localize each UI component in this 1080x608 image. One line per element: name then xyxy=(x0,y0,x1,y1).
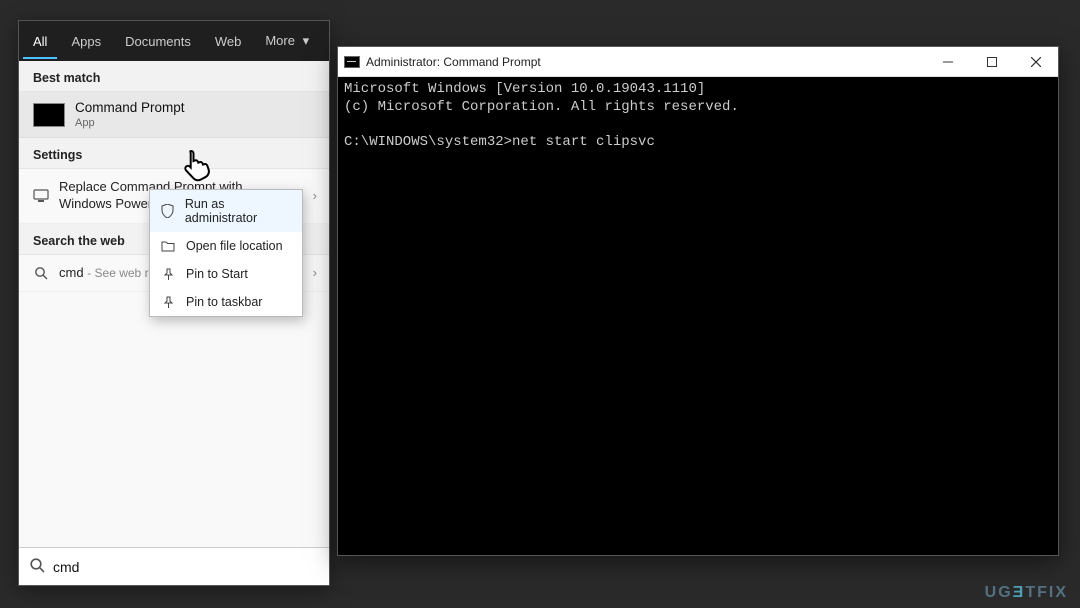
search-tabs: All Apps Documents Web More ▾ xyxy=(19,21,329,61)
tab-documents[interactable]: Documents xyxy=(115,24,201,59)
search-icon xyxy=(33,265,49,281)
shield-icon xyxy=(160,204,175,218)
maximize-button[interactable] xyxy=(970,47,1014,77)
titlebar[interactable]: Administrator: Command Prompt xyxy=(338,47,1058,77)
search-input[interactable] xyxy=(53,559,319,575)
best-match-item[interactable]: Command Prompt App xyxy=(19,92,329,138)
search-results: Best match Command Prompt App Settings R… xyxy=(19,61,329,547)
pin-start-icon xyxy=(160,268,176,281)
command-prompt-icon xyxy=(33,103,65,127)
folder-icon xyxy=(160,240,176,252)
ctx-label: Run as administrator xyxy=(185,197,292,225)
start-search-panel: All Apps Documents Web More ▾ Best match… xyxy=(18,20,330,586)
tab-more-label: More xyxy=(265,33,295,48)
minimize-button[interactable] xyxy=(926,47,970,77)
context-menu: Run as administrator Open file location … xyxy=(149,189,303,317)
search-box[interactable] xyxy=(19,547,329,585)
ctx-label: Pin to taskbar xyxy=(186,295,262,309)
best-match-header: Best match xyxy=(19,61,329,92)
window-title: Administrator: Command Prompt xyxy=(366,55,541,69)
tab-web[interactable]: Web xyxy=(205,24,252,59)
settings-header: Settings xyxy=(19,138,329,169)
chevron-right-icon: › xyxy=(313,188,317,203)
window-controls xyxy=(926,47,1058,77)
chevron-right-icon: › xyxy=(313,265,317,280)
cmd-title-icon xyxy=(344,56,360,68)
ctx-run-as-admin[interactable]: Run as administrator xyxy=(150,190,302,232)
ctx-open-location[interactable]: Open file location xyxy=(150,232,302,260)
best-match-title: Command Prompt xyxy=(75,100,185,115)
ctx-label: Pin to Start xyxy=(186,267,248,281)
web-query: cmd xyxy=(59,265,84,280)
search-icon xyxy=(29,557,45,576)
pin-taskbar-icon xyxy=(160,296,176,309)
ctx-pin-start[interactable]: Pin to Start xyxy=(150,260,302,288)
ctx-pin-taskbar[interactable]: Pin to taskbar xyxy=(150,288,302,316)
chevron-down-icon: ▾ xyxy=(303,33,310,48)
close-button[interactable] xyxy=(1014,47,1058,77)
watermark: UGƎTFIX xyxy=(985,584,1068,602)
tab-apps[interactable]: Apps xyxy=(61,24,111,59)
command-prompt-window: Administrator: Command Prompt Microsoft … xyxy=(337,46,1059,556)
monitor-icon xyxy=(33,188,49,204)
best-match-subtitle: App xyxy=(75,117,185,129)
tab-more[interactable]: More ▾ xyxy=(255,23,319,59)
terminal-output[interactable]: Microsoft Windows [Version 10.0.19043.11… xyxy=(338,77,1058,555)
ctx-label: Open file location xyxy=(186,239,283,253)
tab-all[interactable]: All xyxy=(23,24,57,59)
